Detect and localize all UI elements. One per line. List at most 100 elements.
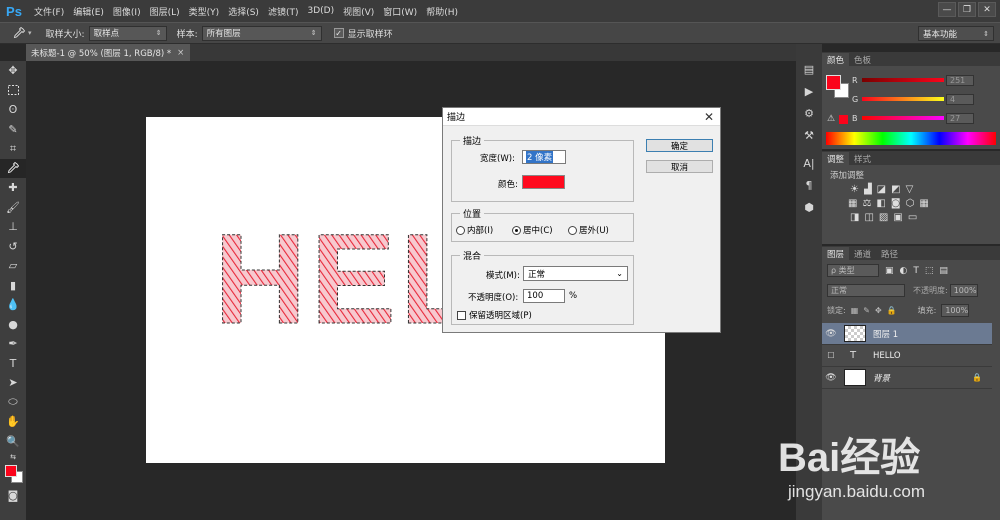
- menu-window[interactable]: 窗口(W): [383, 5, 417, 18]
- radio-outside[interactable]: 居外(U): [568, 224, 609, 236]
- preserve-transparency-checkbox[interactable]: 保留透明区域(P): [457, 309, 532, 321]
- color-swatches[interactable]: [0, 463, 26, 487]
- filter-shape-icon[interactable]: ⬚: [925, 266, 934, 276]
- menu-image[interactable]: 图像(I): [113, 5, 141, 18]
- sample-size-select[interactable]: 取样点 ⇕: [88, 25, 167, 41]
- posterize-icon[interactable]: ◫: [864, 212, 873, 223]
- properties-panel-icon[interactable]: ⚙: [796, 102, 822, 124]
- exposure-icon[interactable]: ◩: [891, 184, 900, 195]
- brush-tool-icon[interactable]: 🖌: [0, 198, 26, 218]
- layer-row-background[interactable]: 👁 背景 🔒: [822, 367, 992, 389]
- type-tool-icon[interactable]: T: [0, 354, 26, 374]
- tab-styles[interactable]: 样式: [849, 152, 876, 165]
- color-ramp[interactable]: [826, 132, 996, 145]
- menu-3d[interactable]: 3D(D): [307, 6, 334, 16]
- brightness-icon[interactable]: ☀: [850, 184, 859, 195]
- menu-filter[interactable]: 滤镜(T): [268, 5, 299, 18]
- menu-edit[interactable]: 编辑(E): [73, 5, 104, 18]
- slider-g-track[interactable]: [862, 97, 944, 101]
- tab-channels[interactable]: 通道: [849, 247, 876, 260]
- visibility-box-icon[interactable]: ☐: [822, 351, 840, 360]
- document-tab[interactable]: 未标题-1 @ 50% (图层 1, RGB/8) * ×: [26, 44, 190, 61]
- threshold-icon[interactable]: ▨: [879, 212, 888, 223]
- gradient-map-icon[interactable]: ▭: [908, 212, 917, 223]
- eyedropper-tool-icon[interactable]: [0, 158, 26, 178]
- history-panel-icon[interactable]: ▤: [796, 58, 822, 80]
- menu-file[interactable]: 文件(F): [34, 5, 64, 18]
- slider-b-track[interactable]: [862, 116, 944, 120]
- hue-saturation-icon[interactable]: ▦: [848, 198, 857, 209]
- photo-filter-icon[interactable]: ◙: [891, 198, 901, 209]
- paragraph-panel-icon[interactable]: ¶: [796, 174, 822, 196]
- eraser-tool-icon[interactable]: ▱: [0, 256, 26, 276]
- width-input[interactable]: 2 像素: [522, 150, 566, 164]
- ok-button[interactable]: 确定: [646, 139, 713, 152]
- show-ring-checkbox[interactable]: ✓: [333, 28, 344, 38]
- vibrance-icon[interactable]: ▽: [906, 184, 914, 195]
- path-selection-tool-icon[interactable]: ➤: [0, 373, 26, 393]
- sample-select[interactable]: 所有图层 ⇕: [201, 25, 322, 41]
- slider-r-track[interactable]: [862, 78, 944, 82]
- channel-r-value[interactable]: 251: [946, 74, 974, 86]
- filter-pixel-icon[interactable]: ▣: [885, 266, 894, 276]
- lasso-tool-icon[interactable]: ʘ: [0, 100, 26, 120]
- slider-b[interactable]: B 27: [852, 112, 974, 124]
- dialog-title-bar[interactable]: 描边: [443, 108, 720, 126]
- gamut-warning-icon[interactable]: ⚠: [827, 114, 835, 124]
- actions-panel-icon[interactable]: ▶: [796, 80, 822, 102]
- black-white-icon[interactable]: ◧: [876, 198, 885, 209]
- radio-center[interactable]: 居中(C): [512, 224, 553, 236]
- gradient-tool-icon[interactable]: ▮: [0, 276, 26, 296]
- selective-color-icon[interactable]: ▣: [893, 212, 902, 223]
- tab-layers[interactable]: 图层: [822, 247, 850, 260]
- lock-all-icon[interactable]: 🔒: [887, 306, 897, 315]
- close-button[interactable]: ✕: [978, 2, 996, 17]
- healing-brush-tool-icon[interactable]: ✚: [0, 178, 26, 198]
- layer-filter-select[interactable]: ρ 类型: [827, 264, 879, 277]
- channel-mixer-icon[interactable]: ⬡: [906, 198, 915, 209]
- fill-input[interactable]: 100%: [941, 304, 970, 317]
- close-tab-icon[interactable]: ×: [177, 48, 184, 58]
- menu-help[interactable]: 帮助(H): [426, 5, 458, 18]
- clone-stamp-tool-icon[interactable]: ⊥: [0, 217, 26, 237]
- slider-g[interactable]: G 4: [852, 93, 974, 105]
- lock-transparent-icon[interactable]: ▦: [851, 306, 859, 315]
- curves-icon[interactable]: ◪: [877, 184, 886, 195]
- character-panel-icon[interactable]: A|: [796, 152, 822, 174]
- tool-presets-panel-icon[interactable]: ⚒: [796, 124, 822, 146]
- tab-paths[interactable]: 路径: [876, 247, 903, 260]
- quick-mask-icon[interactable]: ◙: [0, 487, 26, 503]
- quick-selection-tool-icon[interactable]: ✎: [0, 120, 26, 140]
- history-brush-tool-icon[interactable]: ↺: [0, 237, 26, 257]
- pen-tool-icon[interactable]: ✒: [0, 334, 26, 354]
- shape-tool-icon[interactable]: ⬭: [0, 393, 26, 413]
- channel-b-value[interactable]: 27: [946, 112, 974, 124]
- hand-tool-icon[interactable]: ✋: [0, 412, 26, 432]
- menu-view[interactable]: 视图(V): [343, 5, 374, 18]
- layer-opacity-input[interactable]: 100%: [949, 284, 978, 297]
- mode-select[interactable]: 正常 ⌄: [523, 266, 628, 281]
- filter-adjustment-icon[interactable]: ◐: [900, 266, 908, 276]
- stroke-color-swatch[interactable]: [522, 175, 565, 189]
- menu-select[interactable]: 选择(S): [228, 5, 259, 18]
- tab-adjustments[interactable]: 调整: [822, 152, 850, 165]
- channel-g-value[interactable]: 4: [946, 93, 974, 105]
- cancel-button[interactable]: 取消: [646, 160, 713, 173]
- color-balance-icon[interactable]: ⚖: [862, 198, 871, 209]
- layer-row-layer1[interactable]: 👁 图层 1: [822, 323, 992, 345]
- lock-position-icon[interactable]: ✥: [875, 306, 882, 315]
- visibility-eye-icon[interactable]: 👁: [822, 373, 840, 383]
- color-lookup-icon[interactable]: ▦: [919, 198, 928, 209]
- lock-pixels-icon[interactable]: ✎: [863, 306, 870, 315]
- menu-layer[interactable]: 图层(L): [150, 5, 180, 18]
- dodge-tool-icon[interactable]: ●: [0, 315, 26, 335]
- tool-preset-arrow-icon[interactable]: ▾: [28, 29, 32, 37]
- crop-tool-icon[interactable]: ⌗: [0, 139, 26, 159]
- filter-type-icon[interactable]: T: [913, 266, 919, 276]
- filter-smart-object-icon[interactable]: ▤: [939, 266, 948, 276]
- tab-swatches[interactable]: 色板: [849, 53, 876, 66]
- invert-icon[interactable]: ◨: [850, 212, 859, 223]
- layer-row-hello[interactable]: ☐ T HELLO: [822, 345, 992, 367]
- layer-blend-mode-select[interactable]: 正常: [827, 284, 905, 297]
- move-tool-icon[interactable]: ✥: [0, 61, 26, 81]
